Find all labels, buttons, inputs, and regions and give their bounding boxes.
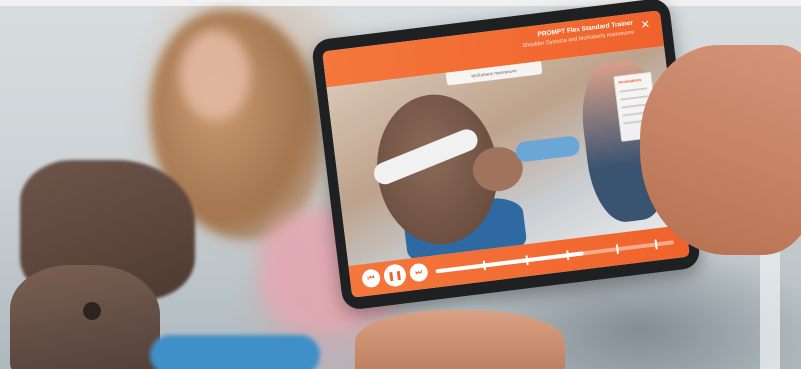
video-glove bbox=[514, 135, 581, 163]
progress-fill bbox=[435, 251, 584, 274]
blurred-person-face bbox=[180, 30, 250, 120]
skip-back-icon[interactable]: ⏮ bbox=[361, 268, 382, 289]
annotation-line bbox=[619, 87, 648, 93]
top-border bbox=[0, 0, 801, 6]
background-photo: PROMPT Flex Standard Trainer Shoulder Dy… bbox=[0, 0, 801, 369]
manikin-socket bbox=[83, 302, 101, 320]
annotation-line bbox=[620, 95, 649, 101]
chapter-marker[interactable] bbox=[482, 260, 487, 271]
close-icon[interactable]: ✕ bbox=[639, 18, 652, 32]
chapter-marker[interactable] bbox=[566, 250, 570, 261]
table-leg bbox=[760, 250, 780, 369]
skip-forward-icon[interactable]: ⏭ bbox=[408, 262, 429, 283]
tablet-screen: PROMPT Flex Standard Trainer Shoulder Dy… bbox=[322, 10, 690, 298]
right-hand bbox=[640, 45, 801, 255]
bottom-hand bbox=[355, 310, 565, 369]
annotations-title: Annotations bbox=[617, 76, 642, 85]
pause-icon[interactable]: ❚❚ bbox=[382, 263, 408, 288]
blue-sleeve bbox=[150, 335, 320, 369]
chapter-marker[interactable] bbox=[654, 239, 658, 250]
chapter-marker[interactable] bbox=[616, 243, 620, 255]
